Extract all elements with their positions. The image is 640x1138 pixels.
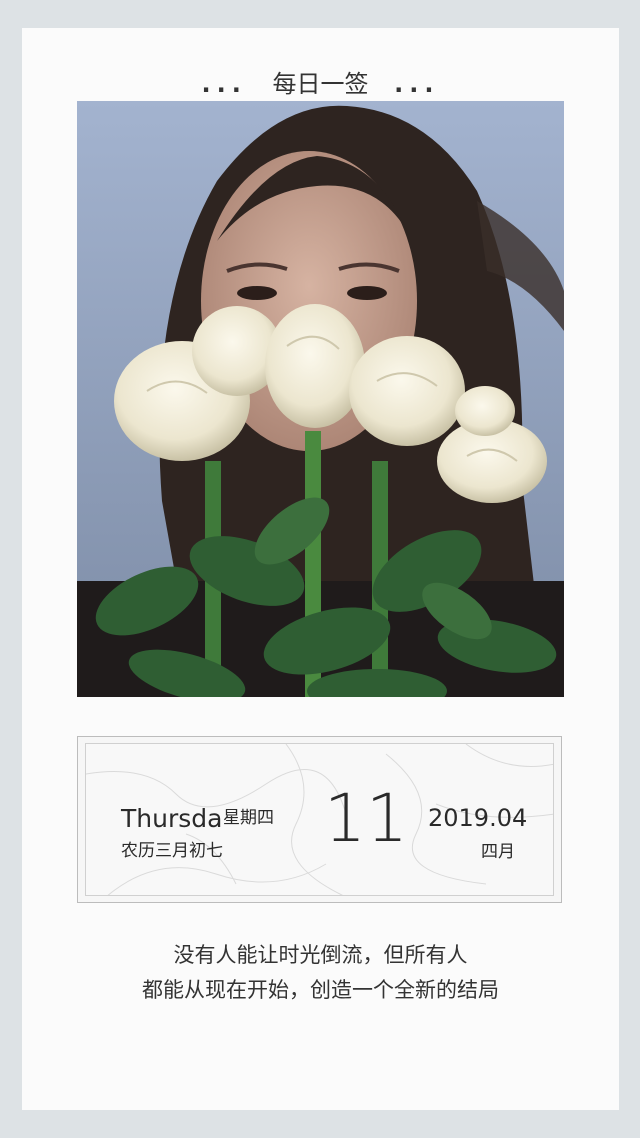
date-panel: Thursda 星期四 农历三月初七 11 2019.04 四月 [77, 736, 562, 903]
page-title: 每日一签 [272, 70, 369, 98]
quote-line-2: 都能从现在开始，创造一个全新的结局 [142, 978, 499, 1002]
date-panel-inner: Thursda 星期四 农历三月初七 11 2019.04 四月 [85, 743, 554, 896]
header: ... 每日一签 ... [22, 64, 619, 99]
photo-woman-roses [77, 101, 564, 697]
header-dots-left: ... [201, 70, 247, 98]
header-dots-right: ... [394, 70, 440, 98]
lunar-date: 农历三月初七 [121, 841, 223, 861]
year-month: 2019.04 [428, 804, 528, 832]
day-number: 11 [324, 780, 408, 857]
weekday-cn: 星期四 [223, 808, 274, 828]
weekday-en: Thursda [121, 804, 223, 833]
quote: 没有人能让时光倒流，但所有人 都能从现在开始，创造一个全新的结局 [22, 938, 619, 1008]
quote-line-1: 没有人能让时光倒流，但所有人 [173, 943, 468, 967]
daily-card: ... 每日一签 ... Thursda 星期四 农历三月初七 11 2019.… [22, 28, 619, 1110]
month-cn: 四月 [481, 842, 515, 862]
photo-illustration [77, 101, 564, 697]
